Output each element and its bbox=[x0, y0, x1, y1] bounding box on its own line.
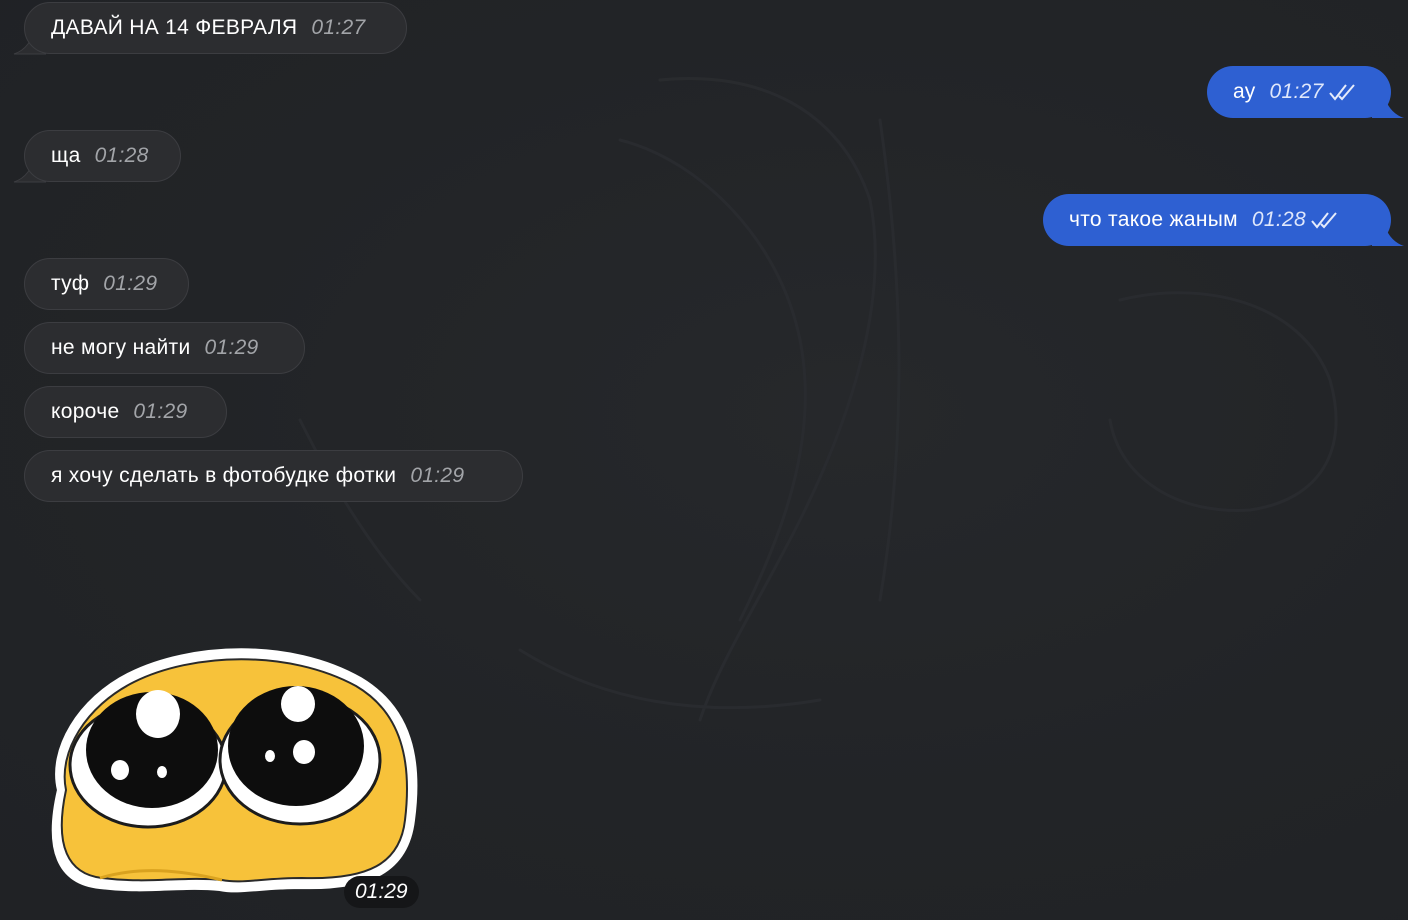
message-incoming[interactable]: я хочу сделать в фотобудке фотки 01:29 bbox=[24, 450, 523, 502]
message-time: 01:27 bbox=[1269, 80, 1324, 103]
message-outgoing[interactable]: что такое жаным 01:28 bbox=[1043, 194, 1391, 246]
chat-view: ДАВАЙ НА 14 ФЕВРАЛЯ 01:27 ау 01:27 ща 01… bbox=[0, 0, 1408, 920]
message-time: 01:28 bbox=[1251, 208, 1306, 231]
message-incoming[interactable]: туф 01:29 bbox=[24, 258, 189, 310]
message-time: 01:28 bbox=[94, 144, 149, 167]
message-text: я хочу сделать в фотобудке фотки bbox=[51, 464, 397, 487]
message-text: не могу найти bbox=[51, 336, 191, 359]
message-text: короче bbox=[51, 400, 120, 423]
message-text: туф bbox=[51, 272, 90, 295]
message-incoming[interactable]: ща 01:28 bbox=[24, 130, 181, 182]
message-text: что такое жаным bbox=[1069, 208, 1238, 231]
message-time: 01:27 bbox=[311, 16, 366, 39]
message-outgoing[interactable]: ау 01:27 bbox=[1207, 66, 1391, 118]
message-time: 01:29 bbox=[133, 400, 188, 423]
message-time: 01:29 bbox=[204, 336, 259, 359]
message-text: ДАВАЙ НА 14 ФЕВРАЛЯ bbox=[51, 16, 298, 39]
double-check-icon bbox=[1311, 212, 1337, 229]
sticker-time: 01:29 bbox=[344, 876, 419, 908]
double-check-icon bbox=[1328, 84, 1355, 101]
message-incoming[interactable]: ДАВАЙ НА 14 ФЕВРАЛЯ 01:27 bbox=[24, 2, 407, 54]
message-incoming[interactable]: короче 01:29 bbox=[24, 386, 227, 438]
message-incoming[interactable]: не могу найти 01:29 bbox=[24, 322, 305, 374]
message-text: ща bbox=[51, 144, 81, 167]
message-time: 01:29 bbox=[103, 272, 158, 295]
message-text: ау bbox=[1233, 80, 1256, 103]
pleading-face-sticker[interactable] bbox=[40, 640, 420, 900]
message-time: 01:29 bbox=[410, 464, 465, 487]
